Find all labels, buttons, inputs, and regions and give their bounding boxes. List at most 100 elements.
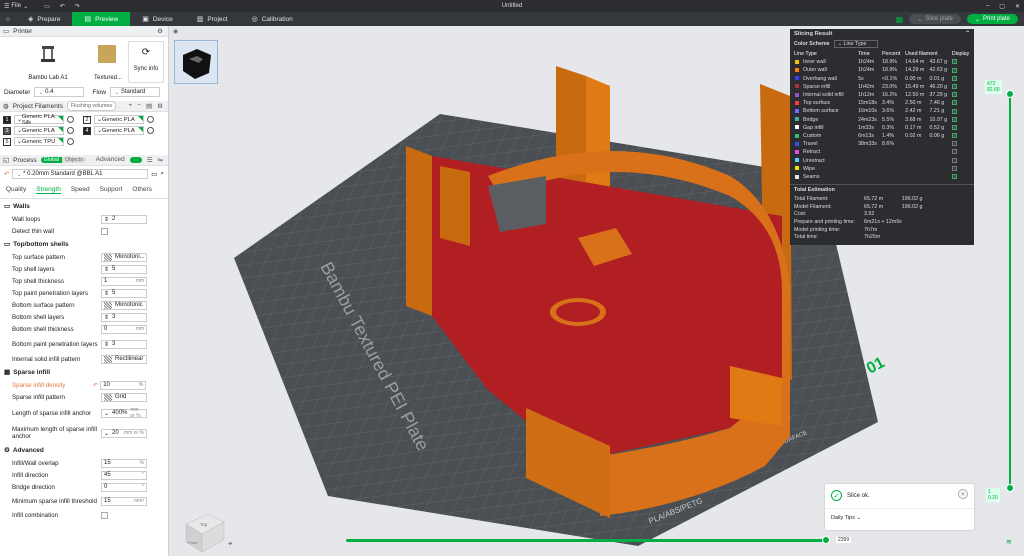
display-checkbox[interactable] <box>951 83 957 89</box>
add-icon[interactable]: + <box>128 102 132 110</box>
global-objects-toggle[interactable]: Global Objects <box>40 157 86 163</box>
display-checkbox[interactable] <box>951 165 957 171</box>
print-plate-button[interactable]: ⌄ Print plate <box>966 14 1018 24</box>
top-layers-input[interactable]: ⇕ 5 <box>101 264 147 274</box>
gear-icon[interactable]: ⚙ <box>157 27 163 35</box>
filament-select[interactable]: ⌄ Generic TPU <box>14 137 64 146</box>
filament-select[interactable]: ⌄ Generic PLA Silk <box>14 114 64 126</box>
compare-icon[interactable]: ⇋ <box>158 156 163 164</box>
maximize-icon[interactable]: ▢ <box>999 3 1005 10</box>
display-checkbox[interactable] <box>951 108 957 114</box>
minimize-icon[interactable]: – <box>986 3 989 9</box>
bottom-thick-input[interactable]: 0 mm <box>101 324 147 334</box>
flushing-volumes-button[interactable]: Flushing volumes <box>66 101 117 111</box>
layers-icon[interactable]: ≋ <box>1006 538 1012 546</box>
save-profile-icon[interactable]: ▭ <box>151 170 157 178</box>
printer-card[interactable]: Bambu Lab A1 <box>22 41 74 83</box>
display-checkbox[interactable] <box>951 157 957 163</box>
list-icon[interactable]: ☰ <box>147 156 153 164</box>
min-sparse-input[interactable]: 15 mm² <box>101 496 147 506</box>
redo-icon[interactable]: ↷ <box>75 3 80 10</box>
undo-profile-icon[interactable]: ↶ <box>4 170 9 178</box>
display-checkbox[interactable] <box>951 149 957 155</box>
display-checkbox[interactable] <box>951 116 957 122</box>
edit-icon[interactable]: ▤ <box>146 102 152 110</box>
diameter-select[interactable]: ⌄ 0.4 <box>34 87 85 97</box>
anchor-len-input[interactable]: ⌄ 400% mm or % <box>101 407 147 419</box>
collapse-icon[interactable]: ⌃ <box>965 31 970 37</box>
tab-prepare[interactable]: ◈ Prepare <box>16 12 73 26</box>
objects-option[interactable]: Objects <box>61 157 86 163</box>
bottom-paint-input[interactable]: ⇕ 3 <box>101 339 147 349</box>
flow-select[interactable]: ⌄ Standard <box>110 87 161 97</box>
display-checkbox[interactable] <box>951 92 957 98</box>
top-thick-input[interactable]: 1 mm <box>101 276 147 286</box>
3d-viewport[interactable]: ◉ Bambu Textured PEI Plate 01 PLA/ABS/PE… <box>170 26 1024 556</box>
internal-solid-select[interactable]: Rectilinear <box>101 354 147 364</box>
tab-project[interactable]: ▥ Project <box>185 12 240 26</box>
layer-top-handle[interactable] <box>1006 90 1014 98</box>
top-pattern-select[interactable]: Monotoni... <box>101 252 147 262</box>
wall-overlap-input[interactable]: 15% <box>101 458 147 468</box>
filament-number[interactable]: 3 <box>3 126 11 135</box>
bottom-pattern-select[interactable]: Monotonic <box>101 300 147 310</box>
display-checkbox[interactable] <box>951 59 957 65</box>
undo-icon[interactable]: ↶ <box>60 3 65 10</box>
display-checkbox[interactable] <box>951 67 957 73</box>
tab-support[interactable]: Support <box>100 186 123 194</box>
top-paint-input[interactable]: ⇕ 5 <box>101 288 147 298</box>
fit-view-icon[interactable]: ⌖ <box>228 539 233 548</box>
remove-icon[interactable]: − <box>137 102 141 110</box>
filament-select[interactable]: ⌄ Generic PLA <box>14 126 64 135</box>
bridge-dir-input[interactable]: 0 ° <box>101 482 147 492</box>
filament-number[interactable]: 4 <box>83 126 91 135</box>
infill-comb-checkbox[interactable] <box>101 511 108 519</box>
filament-settings-icon[interactable] <box>67 127 74 134</box>
sparse-pattern-select[interactable]: Grid <box>101 392 147 402</box>
save-icon[interactable]: ▭ <box>44 3 50 10</box>
bottom-layers-input[interactable]: ⇕ 3 <box>101 312 147 322</box>
move-slider[interactable] <box>346 539 826 542</box>
tab-device[interactable]: ▣ Device <box>130 12 185 26</box>
filament-number[interactable]: 2 <box>83 115 91 124</box>
filament-settings-icon[interactable] <box>67 116 74 123</box>
slice-plate-button[interactable]: ⌄ Slice plate <box>909 14 961 24</box>
reset-icon[interactable]: ↶ <box>93 382 98 389</box>
tab-strength[interactable]: Strength <box>36 186 61 194</box>
tab-preview[interactable]: ▤ Preview <box>72 12 131 26</box>
display-checkbox[interactable] <box>951 75 957 81</box>
file-menu[interactable]: ☰ File ⌄ ▭ ↶ ↷ <box>4 3 80 10</box>
advanced-toggle[interactable] <box>129 157 142 163</box>
view-cube[interactable] <box>185 513 225 553</box>
display-checkbox[interactable] <box>951 124 957 130</box>
detect-thin-checkbox[interactable] <box>101 227 108 235</box>
tab-others[interactable]: Others <box>132 186 152 194</box>
display-checkbox[interactable] <box>951 133 957 139</box>
filament-settings-icon[interactable] <box>67 138 74 145</box>
filament-number[interactable]: 1 <box>3 115 11 124</box>
process-profile-select[interactable]: ⌄ * 0.20mm Standard @BBL A1 <box>12 169 149 179</box>
tab-quality[interactable]: Quality <box>6 186 26 194</box>
infill-dir-input[interactable]: 45 ° <box>101 470 147 480</box>
sparse-density-input[interactable]: 10% <box>100 380 147 390</box>
plate-icon[interactable]: ▦ <box>896 15 904 24</box>
filament-select[interactable]: ⌄ Generic PLA <box>94 126 144 135</box>
gear-icon[interactable]: ⚙ <box>157 102 163 110</box>
filament-select[interactable]: ⌄ Generic PLA <box>94 115 144 124</box>
tab-speed[interactable]: Speed <box>71 186 90 194</box>
wall-loops-input[interactable]: ⇕ 2 <box>101 214 147 224</box>
daily-tips-button[interactable]: Daily Tips ⌄ <box>831 515 861 521</box>
color-scheme-select[interactable]: ⌄ Line Type <box>833 40 878 48</box>
display-checkbox[interactable] <box>951 100 957 106</box>
filament-number[interactable]: 5 <box>3 137 11 146</box>
anchor-max-input[interactable]: ⌄ 20 mm or % <box>101 428 147 438</box>
layer-range-slider[interactable] <box>1009 94 1011 488</box>
filament-settings-icon[interactable] <box>147 116 154 123</box>
tab-calibration[interactable]: ◎ Calibration <box>240 12 305 26</box>
display-checkbox[interactable] <box>951 141 957 147</box>
filament-settings-icon[interactable] <box>147 127 154 134</box>
plate-card[interactable]: Textured... <box>92 41 124 83</box>
global-option[interactable]: Global <box>40 157 62 163</box>
search-icon[interactable]: ⌕ <box>160 170 164 178</box>
close-notification-icon[interactable]: ✕ <box>958 489 968 499</box>
